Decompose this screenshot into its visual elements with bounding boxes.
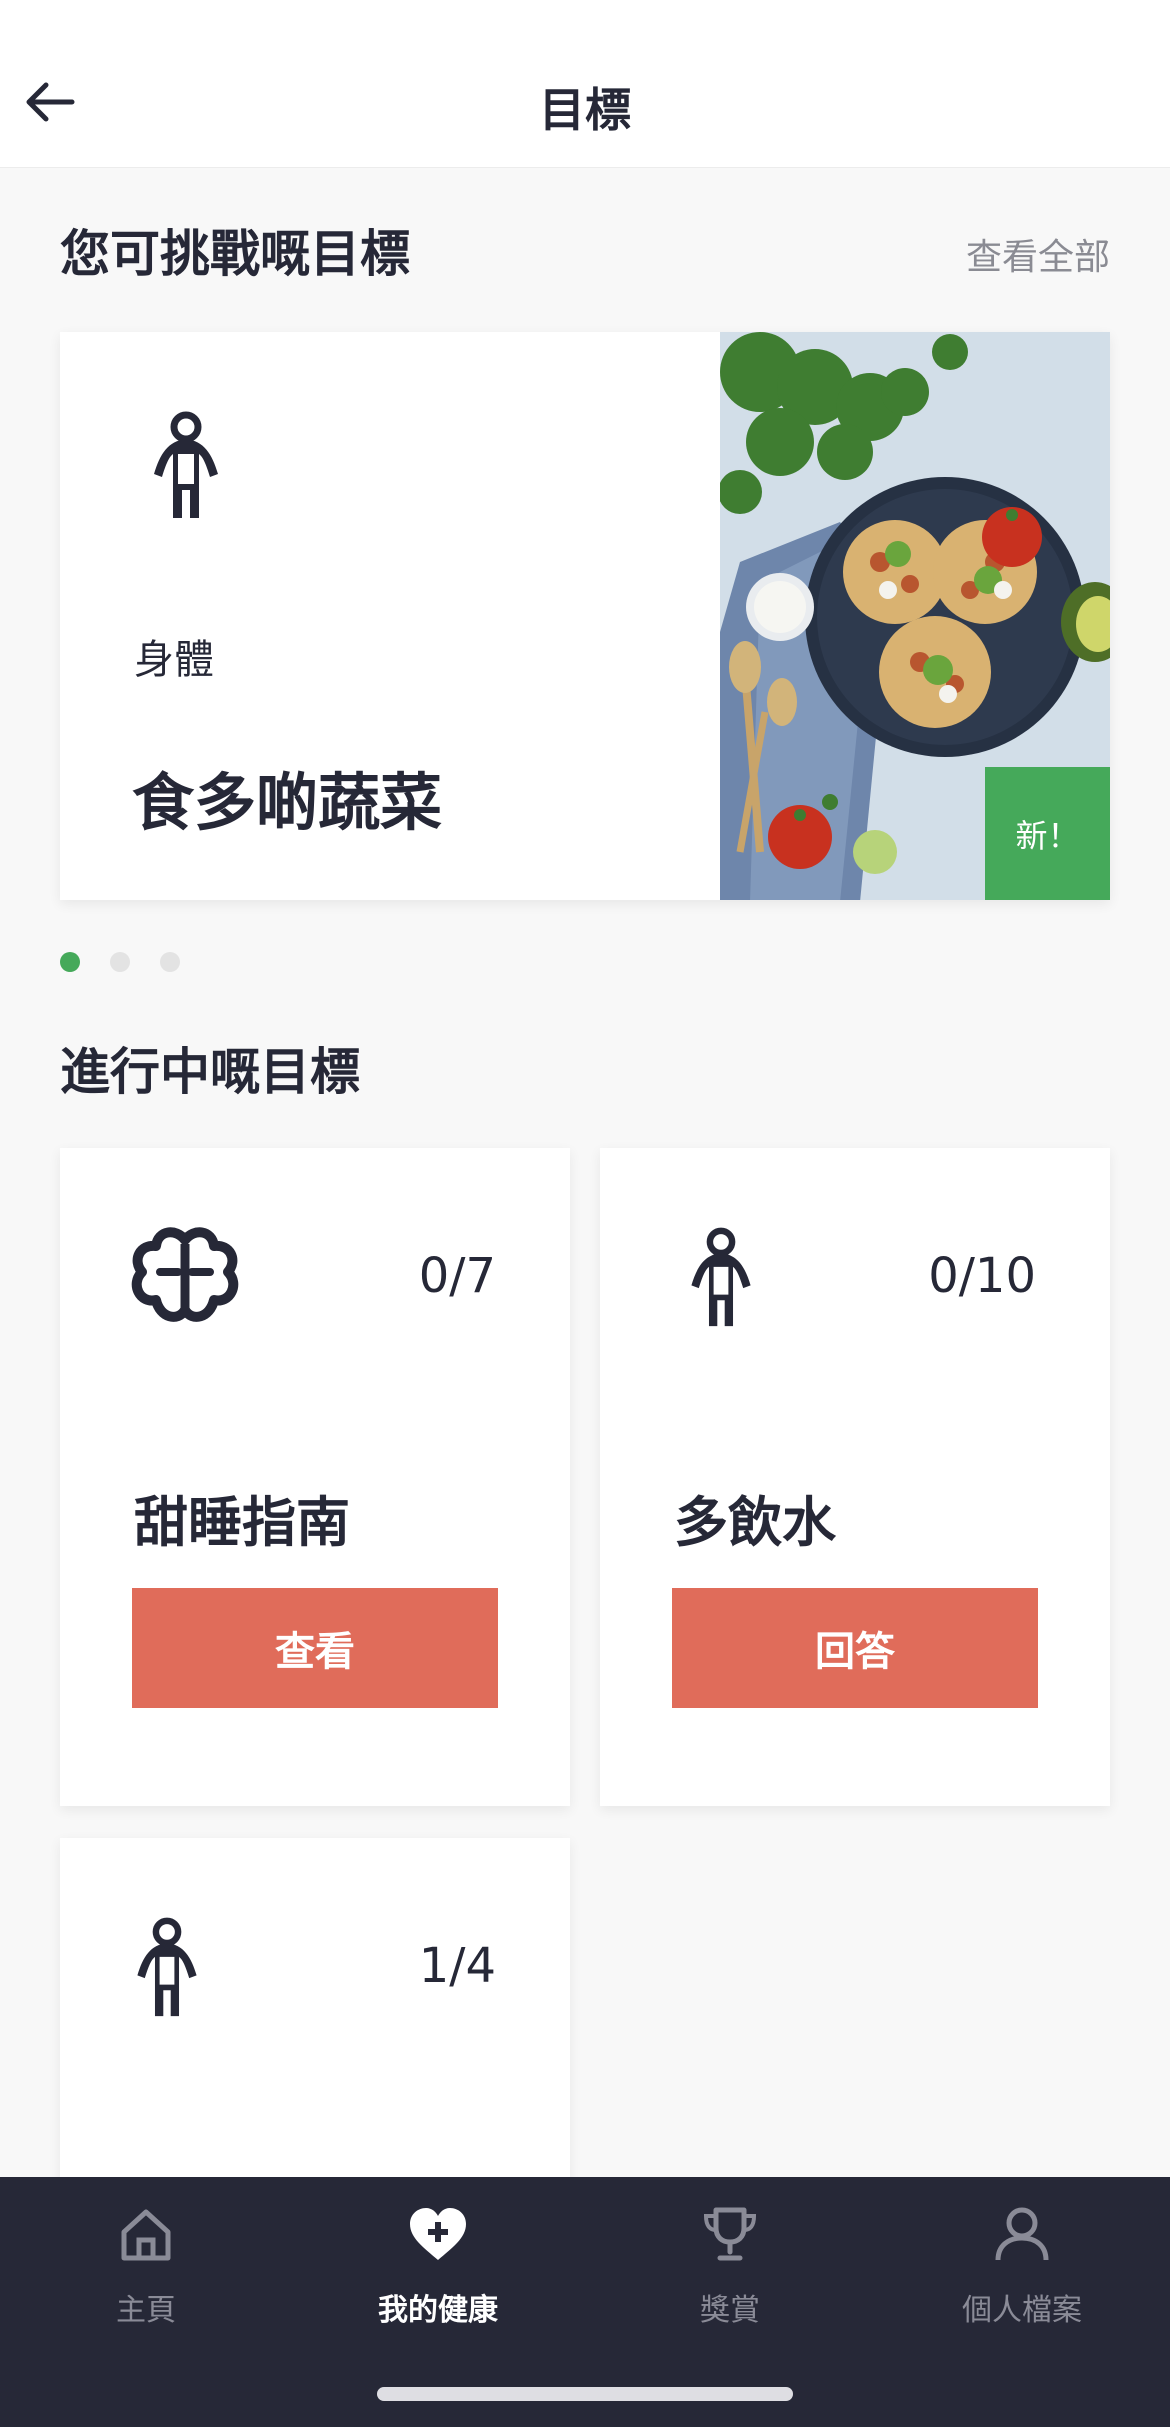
home-indicator[interactable] <box>377 2387 793 2401</box>
goal-title: 甜睡指南 <box>134 1491 350 1554</box>
tab-rewards[interactable]: 獎賞 <box>584 2177 876 2337</box>
carousel-dot-2[interactable] <box>110 952 130 972</box>
tab-label: 我的健康 <box>378 2293 498 2328</box>
brain-icon <box>130 1226 240 1330</box>
person-icon <box>994 2206 1050 2266</box>
heart-plus-icon <box>408 2206 468 2266</box>
goal-progress: 1/4 <box>418 1938 496 1994</box>
tab-profile[interactable]: 個人檔案 <box>876 2177 1168 2337</box>
goal-title: 多飲水 <box>674 1491 836 1554</box>
home-icon <box>118 2206 174 2266</box>
top-bar: 目標 <box>0 0 1170 168</box>
goal-progress: 0/10 <box>928 1248 1036 1304</box>
tab-label: 主頁 <box>116 2293 176 2328</box>
view-all-link[interactable]: 查看全部 <box>966 228 1110 280</box>
page-title: 目標 <box>539 83 631 137</box>
featured-goal-card[interactable]: 身體 食多啲蔬菜 新！ <box>60 332 1110 900</box>
carousel-dot-1[interactable] <box>60 952 80 972</box>
tab-my-health[interactable]: 我的健康 <box>292 2177 584 2337</box>
goal-category: 身體 <box>134 637 214 683</box>
challenge-section-title: 您可挑戰嘅目標 <box>60 225 410 283</box>
view-button[interactable]: 查看 <box>132 1588 498 1708</box>
trophy-icon <box>702 2206 758 2266</box>
carousel-dot-3[interactable] <box>160 952 180 972</box>
featured-goal-title: 食多啲蔬菜 <box>132 766 443 839</box>
body-icon <box>130 1916 204 2024</box>
goal-card-sleep[interactable]: 0/7 甜睡指南 查看 <box>60 1148 570 1806</box>
new-badge: 新！ <box>985 767 1110 900</box>
body-icon <box>684 1226 758 1334</box>
goal-card-water[interactable]: 0/10 多飲水 回答 <box>600 1148 1110 1806</box>
tab-label: 個人檔案 <box>962 2293 1082 2328</box>
active-section-title: 進行中嘅目標 <box>60 1043 360 1101</box>
goal-progress: 0/7 <box>418 1248 496 1304</box>
body-icon <box>146 410 226 526</box>
answer-button[interactable]: 回答 <box>672 1588 1038 1708</box>
tab-label: 獎賞 <box>700 2293 760 2328</box>
tab-home[interactable]: 主頁 <box>0 2177 292 2337</box>
